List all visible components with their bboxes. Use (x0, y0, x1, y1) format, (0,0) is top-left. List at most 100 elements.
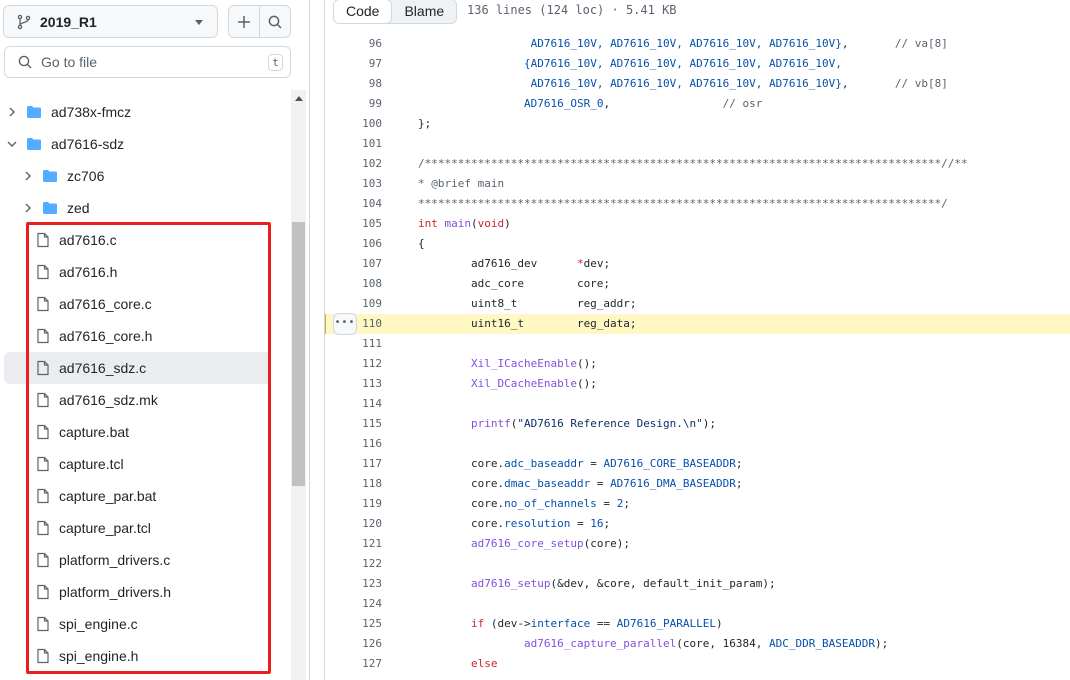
file-icon (37, 648, 49, 664)
line-number[interactable]: 121 (325, 534, 382, 554)
chevron-right-icon[interactable] (6, 106, 18, 118)
tree-item-label: ad7616_sdz.c (59, 360, 147, 376)
code-token: ****************************************… (418, 197, 948, 210)
code-text: ****************************************… (418, 194, 948, 214)
code-line: 118 core.dmac_baseaddr = AD7616_DMA_BASE… (325, 474, 1070, 494)
tree-folder-row[interactable]: zc706 (0, 160, 291, 192)
line-number[interactable]: 105 (325, 214, 382, 234)
line-number[interactable]: 110 (325, 314, 382, 334)
code-token: uint16_t reg_data; (418, 317, 637, 330)
tree-folder-row[interactable]: ad738x-fmcz (0, 96, 291, 128)
tree-file-row[interactable]: spi_engine.h (0, 640, 291, 672)
line-number[interactable]: 113 (325, 374, 382, 394)
line-number[interactable]: 104 (325, 194, 382, 214)
line-number[interactable]: 109 (325, 294, 382, 314)
code-token: // osr (722, 97, 763, 110)
tree-folder-row[interactable]: ad7616-sdz (0, 128, 291, 160)
code-tab[interactable]: Code (334, 0, 393, 23)
tree-file-row[interactable]: capture_par.bat (0, 480, 291, 512)
git-branch-icon (17, 14, 31, 29)
line-number[interactable]: 97 (325, 54, 382, 74)
line-number[interactable]: 116 (325, 434, 382, 454)
line-number[interactable]: 111 (325, 334, 382, 354)
line-number[interactable]: 101 (325, 134, 382, 154)
tree-file-row[interactable]: capture.bat (0, 416, 291, 448)
chevron-down-icon[interactable] (6, 138, 18, 150)
chevron-right-icon[interactable] (22, 170, 34, 182)
add-file-button[interactable] (229, 6, 259, 37)
tree-file-row[interactable]: platform_drivers.c (0, 544, 291, 576)
code-token: if (470, 617, 485, 630)
scroll-up-arrow-icon[interactable] (295, 96, 303, 101)
code-line: 120 core.resolution = 16; (325, 514, 1070, 534)
code-text: core.no_of_channels = 2; (418, 494, 630, 514)
code-token: core. (418, 477, 505, 490)
line-number[interactable]: 98 (325, 74, 382, 94)
line-number[interactable]: 117 (325, 454, 382, 474)
line-number[interactable]: 114 (325, 394, 382, 414)
code-text: else (418, 654, 498, 674)
line-number[interactable]: 100 (325, 114, 382, 134)
line-number[interactable]: 120 (325, 514, 382, 534)
tree-folder-row[interactable]: zed (0, 192, 291, 224)
code-line: 100}; (325, 114, 1070, 134)
tree-item-label: spi_engine.h (59, 648, 139, 664)
code-text: core.dmac_baseaddr = AD7616_DMA_BASEADDR… (418, 474, 743, 494)
tree-file-row[interactable]: ad7616.c (0, 224, 291, 256)
line-number[interactable]: 119 (325, 494, 382, 514)
tree-file-row[interactable]: ad7616_sdz.c (4, 352, 271, 384)
code-text: { (418, 234, 425, 254)
code-token: 16 (590, 517, 604, 530)
tree-file-row[interactable]: ad7616_sdz.mk (0, 384, 291, 416)
line-number[interactable]: 102 (325, 154, 382, 174)
code-line: 103 * @brief main (325, 174, 1070, 194)
line-number[interactable]: 127 (325, 654, 382, 674)
line-number[interactable]: 124 (325, 594, 382, 614)
code-text: * @brief main (418, 174, 504, 194)
blame-tab[interactable]: Blame (392, 0, 456, 23)
line-number[interactable]: 99 (325, 94, 382, 114)
code-token: (); (576, 377, 597, 390)
code-line: 121 ad7616_core_setup(core); (325, 534, 1070, 554)
file-icon (37, 488, 49, 504)
code-token: dmac_baseaddr (504, 477, 591, 490)
line-number[interactable]: 103 (325, 174, 382, 194)
code-text: if (dev->interface == AD7616_PARALLEL) (418, 614, 723, 634)
code-token: else (470, 657, 498, 670)
scrollbar-thumb[interactable] (292, 222, 305, 486)
tree-file-row[interactable]: capture_par.tcl (0, 512, 291, 544)
line-number[interactable]: 108 (325, 274, 382, 294)
chevron-right-icon[interactable] (22, 202, 34, 214)
search-icon (268, 15, 282, 29)
tree-file-row[interactable]: ad7616_core.c (0, 288, 291, 320)
tree-file-row[interactable]: spi_engine.c (0, 608, 291, 640)
line-number[interactable]: 115 (325, 414, 382, 434)
code-token: main (444, 217, 472, 230)
search-button[interactable] (259, 6, 290, 37)
line-number[interactable]: 112 (325, 354, 382, 374)
code-line: 115 printf("AD7616 Reference Design.\n")… (325, 414, 1070, 434)
keyboard-shortcut-hint: t (268, 54, 283, 71)
tree-file-row[interactable]: ad7616_core.h (0, 320, 291, 352)
tree-item-label: platform_drivers.c (59, 552, 171, 568)
tree-file-row[interactable]: platform_drivers.h (0, 576, 291, 608)
code-text: /***************************************… (418, 154, 968, 174)
line-number[interactable]: 126 (325, 634, 382, 654)
line-number[interactable]: 123 (325, 574, 382, 594)
tree-file-row[interactable]: capture.tcl (0, 448, 291, 480)
line-number[interactable]: 96 (325, 34, 382, 54)
line-number[interactable]: 122 (325, 554, 382, 574)
branch-selector[interactable]: 2019_R1 (3, 5, 218, 38)
chevron-down-icon (195, 20, 203, 25)
line-number[interactable]: 118 (325, 474, 382, 494)
go-to-file-input[interactable]: Go to file t (4, 46, 291, 78)
line-number[interactable]: 106 (325, 234, 382, 254)
line-number[interactable]: 107 (325, 254, 382, 274)
line-number[interactable]: 125 (325, 614, 382, 634)
tree-file-row[interactable]: ad7616.h (0, 256, 291, 288)
file-icon (37, 552, 49, 568)
